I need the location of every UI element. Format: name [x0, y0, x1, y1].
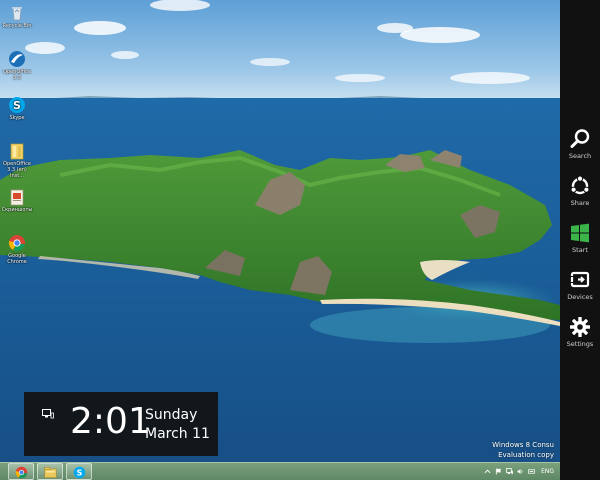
desktop-icon-label: Recycle Bin: [2, 23, 32, 29]
file-explorer-icon: [44, 467, 57, 478]
clock-day: Sunday: [145, 407, 198, 423]
charm-start[interactable]: Start: [560, 222, 600, 254]
input-language-indicator[interactable]: ENG: [541, 468, 554, 475]
charms-bar: Search Share Start Devices Settings: [560, 0, 600, 480]
charm-label: Search: [568, 152, 592, 160]
charm-share[interactable]: Share: [560, 175, 600, 207]
taskbar: S ENG: [0, 462, 560, 480]
charm-label: Devices: [567, 293, 593, 301]
gear-icon: [570, 317, 590, 337]
keyboard-icon[interactable]: [528, 468, 535, 475]
desktop-screen: Recycle Bin OpenOffice 3.3 S Skype OpenO…: [0, 0, 600, 480]
taskbar-button-chrome[interactable]: [8, 463, 34, 480]
chrome-icon: [15, 466, 28, 479]
desktop-icon-skype[interactable]: S Skype: [0, 96, 34, 121]
charm-label: Settings: [566, 340, 594, 348]
desktop-icon-recycle-bin[interactable]: Recycle Bin: [0, 4, 34, 29]
watermark-line-1: Windows 8 Consu: [492, 441, 554, 449]
taskbar-button-skype[interactable]: S: [66, 463, 92, 480]
devices-icon: [570, 271, 590, 288]
evaluation-watermark: Windows 8 Consu Evaluation copy: [492, 440, 554, 460]
desktop-icon-screenshots-folder[interactable]: Скриншоты: [0, 188, 34, 213]
folder-icon: [10, 189, 24, 206]
svg-text:S: S: [13, 99, 21, 112]
desktop-icon-google-chrome[interactable]: Google Chrome: [0, 234, 34, 265]
network-icon: [42, 409, 54, 419]
clock-date: March 11: [145, 426, 210, 442]
skype-icon: S: [9, 97, 25, 113]
lock-clock-panel: 2:01 Sunday March 11: [24, 392, 218, 456]
charm-label: Share: [570, 199, 590, 207]
clock-time: 2:01: [70, 401, 151, 442]
desktop-icon-label: Скриншоты: [1, 207, 33, 213]
recycle-bin-icon: [12, 7, 22, 21]
charm-label: Start: [572, 246, 588, 254]
desktop-icon-label: OpenOffice 3.3 (en) Inst...: [3, 161, 31, 179]
network-icon[interactable]: [506, 468, 513, 475]
watermark-line-2: Evaluation copy: [498, 451, 554, 459]
charm-settings[interactable]: Settings: [560, 316, 600, 348]
svg-text:S: S: [77, 468, 83, 477]
taskbar-button-file-explorer[interactable]: [37, 463, 63, 480]
search-icon: [570, 129, 590, 148]
desktop-icon-label: OpenOffice 3.3: [3, 69, 31, 81]
charm-search[interactable]: Search: [560, 128, 600, 160]
desktop-icon-openoffice[interactable]: OpenOffice 3.3: [0, 50, 34, 81]
skype-icon: S: [73, 466, 86, 479]
windows-logo-icon: [571, 223, 589, 243]
openoffice-installer-icon: [10, 143, 24, 160]
flag-icon[interactable]: [495, 468, 502, 475]
desktop-icon-label: Skype: [9, 115, 25, 121]
chrome-icon: [8, 235, 25, 251]
share-icon: [570, 175, 590, 195]
desktop-icon-openoffice-installer[interactable]: OpenOffice 3.3 (en) Inst...: [0, 142, 34, 179]
desktop-icon-label: Google Chrome: [7, 253, 27, 265]
system-tray: ENG: [484, 463, 560, 480]
openoffice-icon: [9, 51, 25, 67]
charm-devices[interactable]: Devices: [560, 269, 600, 301]
chevron-up-icon[interactable]: [484, 468, 491, 475]
volume-icon[interactable]: [517, 468, 524, 475]
